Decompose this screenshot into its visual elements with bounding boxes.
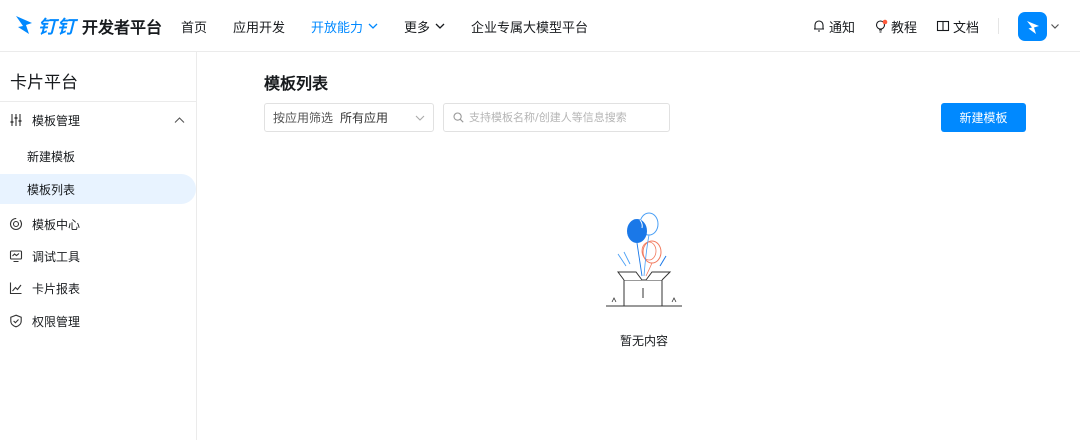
page-title: 模板列表 (264, 74, 329, 93)
dingtalk-avatar-icon (1026, 20, 1039, 34)
docs-label: 文档 (953, 20, 980, 36)
platform-name: 开发者平台 (82, 18, 163, 37)
avatar-chevron-down-icon[interactable] (1050, 21, 1060, 31)
sidebar-item-label: 卡片报表 (32, 281, 81, 296)
sidebar-item-label: 模板列表 (27, 182, 76, 197)
sidebar-item-label: 权限管理 (32, 314, 81, 329)
nav-more[interactable]: 更多 (404, 0, 445, 52)
chevron-down-icon (435, 23, 445, 29)
sidebar-item-label: 模板中心 (32, 217, 81, 232)
empty-box-balloons-illustration (606, 212, 682, 307)
empty-state-text: 暂无内容 (619, 334, 668, 348)
nav-home[interactable]: 首页 (181, 0, 207, 52)
nav-open-capabilities-label: 开放能力 (311, 20, 364, 36)
chevron-up-icon (174, 117, 185, 123)
app-filter-value: 所有应用 (340, 111, 389, 125)
sidebar-item-permissions[interactable]: 权限管理 (0, 306, 196, 336)
sidebar-item-label: 调试工具 (32, 249, 81, 264)
nav-enterprise-llm[interactable]: 企业专属大模型平台 (471, 0, 588, 52)
dingtalk-logo-icon (16, 16, 32, 34)
nav-enterprise-llm-label: 企业专属大模型平台 (471, 20, 589, 36)
user-avatar[interactable] (1018, 12, 1047, 41)
nav-app-dev[interactable]: 应用开发 (233, 0, 285, 52)
sidebar-item-label: 新建模板 (27, 149, 76, 164)
book-icon (936, 20, 950, 32)
shield-icon (10, 314, 22, 328)
app-filter-label: 按应用筛选 (273, 111, 334, 125)
app-filter-select[interactable]: 按应用筛选 所有应用 (264, 103, 434, 132)
chevron-down-icon (415, 115, 425, 121)
search-icon (453, 112, 464, 123)
brand-name: 钉钉 (38, 17, 76, 38)
top-navbar: 钉钉 开发者平台 首页 应用开发 开放能力 更多 企业专属大模型平台 通知 教程 (0, 0, 1080, 52)
template-search[interactable] (443, 103, 670, 132)
notification-button[interactable]: 通知 (812, 0, 855, 52)
target-icon (9, 217, 23, 231)
new-template-button[interactable]: 新建模板 (941, 103, 1026, 132)
sidebar-item-new-template[interactable]: 新建模板 (0, 141, 196, 171)
lightbulb-icon (875, 19, 888, 33)
sidebar-item-template-center[interactable]: 模板中心 (0, 209, 196, 239)
header-divider (998, 18, 999, 34)
search-input[interactable] (469, 111, 659, 124)
monitor-icon (9, 250, 23, 263)
nav-app-dev-label: 应用开发 (233, 20, 286, 36)
sliders-icon (10, 114, 22, 126)
sidebar-item-label: 模板管理 (32, 113, 81, 128)
nav-home-label: 首页 (181, 20, 208, 36)
sidebar-title: 卡片平台 (10, 73, 78, 93)
sidebar-divider (0, 101, 196, 102)
chevron-down-icon (368, 23, 378, 29)
docs-button[interactable]: 文档 (936, 0, 979, 52)
sidebar: 卡片平台 模板管理 新建模板 模板列表 模板中心 调试工具 卡片报表 权限管理 (0, 52, 197, 440)
sidebar-item-template-management[interactable]: 模板管理 (0, 105, 196, 135)
dingtalk-logo[interactable]: 钉钉 开发者平台 (14, 12, 162, 40)
sidebar-item-debug-tools[interactable]: 调试工具 (0, 241, 196, 271)
nav-open-capabilities[interactable]: 开放能力 (311, 0, 378, 52)
bell-icon (814, 20, 824, 32)
nav-more-label: 更多 (404, 20, 431, 36)
sidebar-item-card-reports[interactable]: 卡片报表 (0, 273, 196, 303)
sidebar-item-template-list[interactable]: 模板列表 (0, 174, 196, 204)
notification-label: 通知 (829, 20, 856, 36)
tutorial-button[interactable]: 教程 (874, 0, 917, 52)
tutorial-label: 教程 (891, 20, 918, 36)
chart-line-icon (9, 282, 22, 295)
